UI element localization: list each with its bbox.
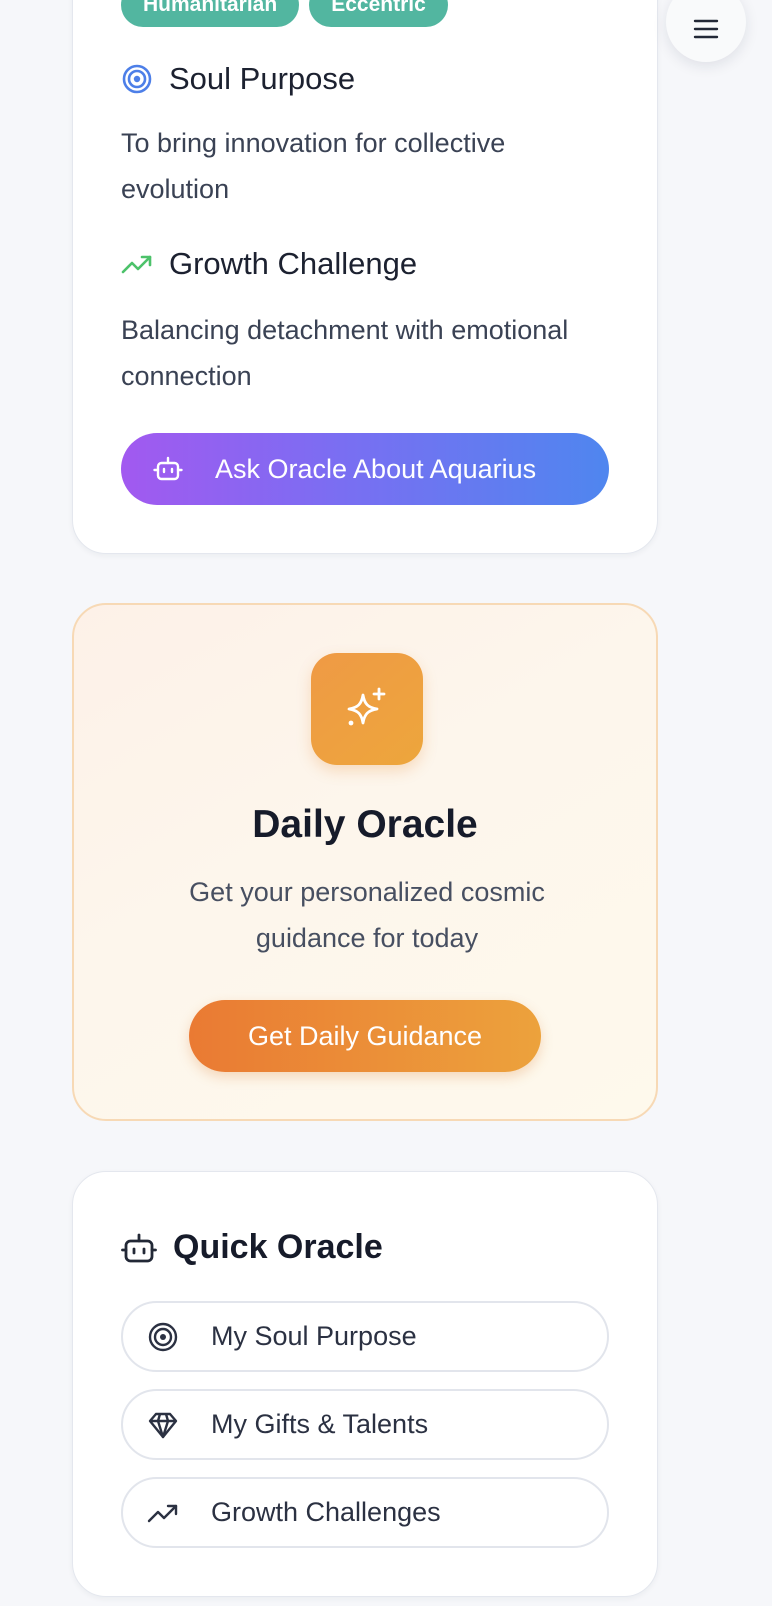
quick-item-label: My Soul Purpose — [211, 1321, 417, 1351]
quick-item-growth-challenges[interactable]: Growth Challenges — [121, 1477, 609, 1548]
page: Humanitarian Eccentric Soul Purpose To b… — [0, 0, 772, 1606]
quick-item-gifts-talents[interactable]: My Gifts & Talents — [121, 1389, 609, 1460]
quick-item-soul-purpose[interactable]: My Soul Purpose — [121, 1301, 609, 1372]
growth-challenge-text: Balancing detachment with emotional conn… — [121, 315, 569, 391]
daily-oracle-description: Get your personalized cosmic guidance fo… — [189, 877, 545, 953]
menu-button[interactable] — [666, 0, 746, 62]
quick-oracle-card: Quick Oracle My Soul Purpose My Gifts & … — [72, 1171, 658, 1597]
daily-oracle-card: Daily Oracle Get your personalized cosmi… — [72, 603, 658, 1121]
diamond-icon — [147, 1409, 179, 1441]
soul-purpose-heading: Soul Purpose — [121, 61, 355, 97]
growth-challenge-heading: Growth Challenge — [121, 246, 417, 282]
soul-purpose-title: Soul Purpose — [169, 61, 356, 96]
robot-icon — [153, 454, 183, 484]
sign-details-card: Humanitarian Eccentric Soul Purpose To b… — [72, 0, 658, 554]
target-icon — [121, 63, 153, 95]
quick-item-label: My Gifts & Talents — [211, 1409, 429, 1439]
trait-tag: Humanitarian — [121, 0, 300, 27]
ask-oracle-label: Ask Oracle About Aquarius — [215, 453, 537, 484]
hamburger-menu-icon — [693, 16, 719, 47]
quick-oracle-heading: Quick Oracle — [121, 1228, 383, 1267]
soul-purpose-text: To bring innovation for collective evolu… — [121, 128, 506, 204]
trait-tag: Eccentric — [309, 0, 448, 27]
growth-challenge-title: Growth Challenge — [169, 246, 418, 281]
sparkles-icon — [311, 653, 423, 765]
trait-tags: Humanitarian Eccentric — [121, 0, 448, 27]
get-daily-guidance-button[interactable]: Get Daily Guidance — [189, 1000, 541, 1072]
trending-up-icon — [121, 248, 153, 280]
robot-icon — [121, 1230, 157, 1266]
trending-up-icon — [147, 1497, 179, 1529]
ask-oracle-button[interactable]: Ask Oracle About Aquarius — [121, 433, 609, 505]
quick-item-label: Growth Challenges — [211, 1497, 441, 1527]
target-icon — [147, 1321, 179, 1353]
daily-oracle-title: Daily Oracle — [252, 803, 478, 846]
quick-oracle-title: Quick Oracle — [173, 1228, 383, 1266]
